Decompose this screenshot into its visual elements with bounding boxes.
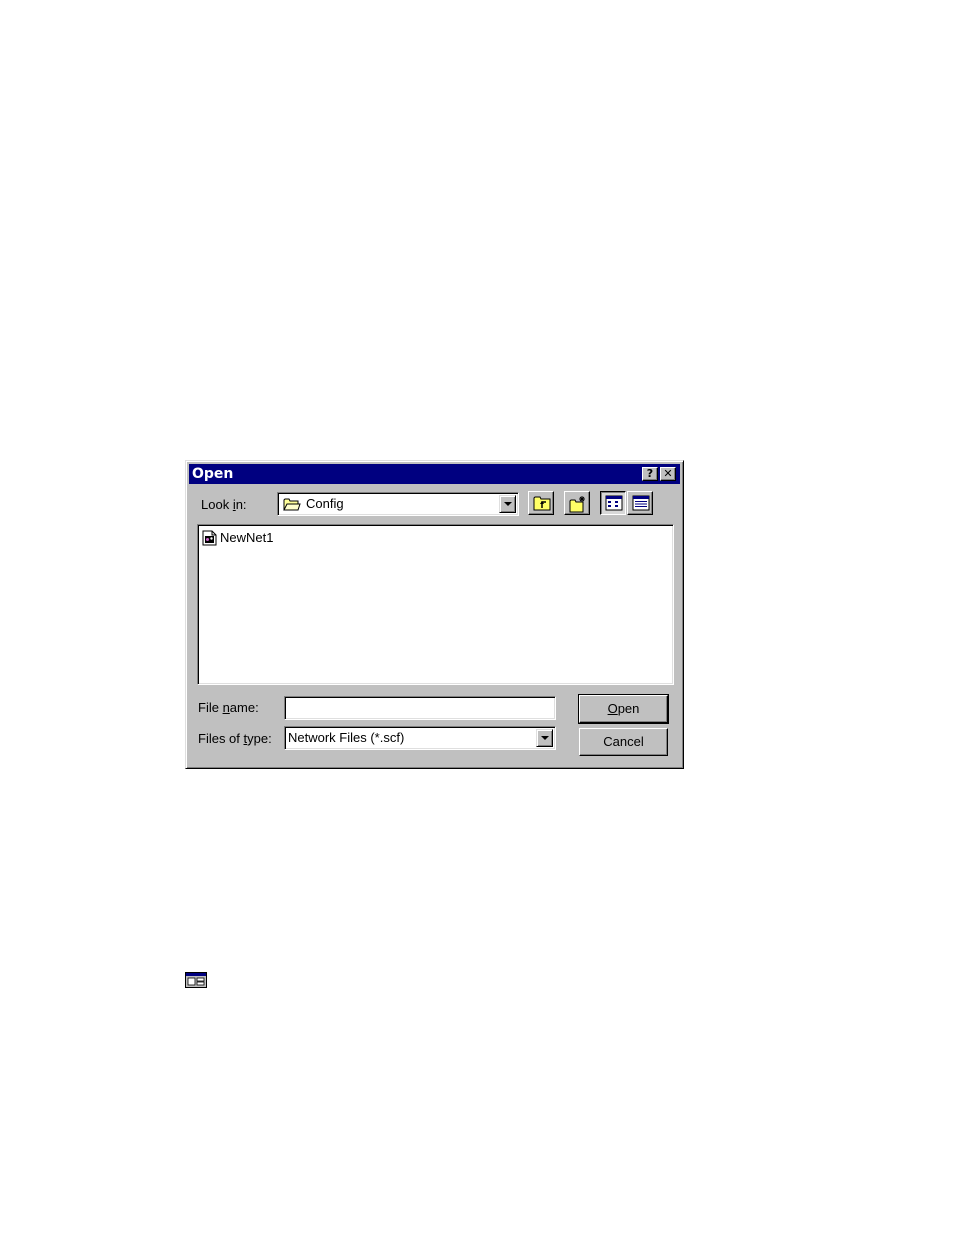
files-of-type-dropdown[interactable]: Network Files (*.scf) [284,726,556,750]
up-one-level-button[interactable] [528,491,554,515]
details-view-button[interactable] [627,491,653,515]
create-new-folder-button[interactable] [564,491,590,515]
look-in-value: Config [306,496,344,511]
look-in-dropdown[interactable]: Config [277,492,519,516]
open-dialog: Open ? ✕ Look in: Config NewNet1 File na… [185,460,684,769]
list-view-button[interactable] [600,491,626,515]
open-button[interactable]: Open [578,694,669,724]
list-view-icon [605,495,623,511]
file-name: NewNet1 [220,530,274,545]
close-button[interactable]: ✕ [660,467,676,481]
file-list[interactable]: NewNet1 [197,524,674,685]
file-name-label: File name: [198,700,259,715]
up-folder-icon [533,496,551,511]
dialog-window-icon [185,972,207,988]
look-in-dropdown-button[interactable] [499,495,516,513]
files-of-type-value: Network Files (*.scf) [288,730,405,745]
files-of-type-dropdown-button[interactable] [536,729,553,747]
cancel-button[interactable]: Cancel [579,728,668,756]
new-folder-icon [569,496,585,513]
details-view-icon [632,495,650,511]
title-bar[interactable]: Open ? ✕ [189,464,680,484]
look-in-label: Look in: [201,497,247,512]
help-button[interactable]: ? [642,467,658,481]
file-name-input[interactable] [284,696,556,720]
network-file-icon [202,530,217,546]
folder-icon [283,498,301,511]
files-of-type-label: Files of type: [198,731,272,746]
dialog-title: Open [192,466,234,482]
